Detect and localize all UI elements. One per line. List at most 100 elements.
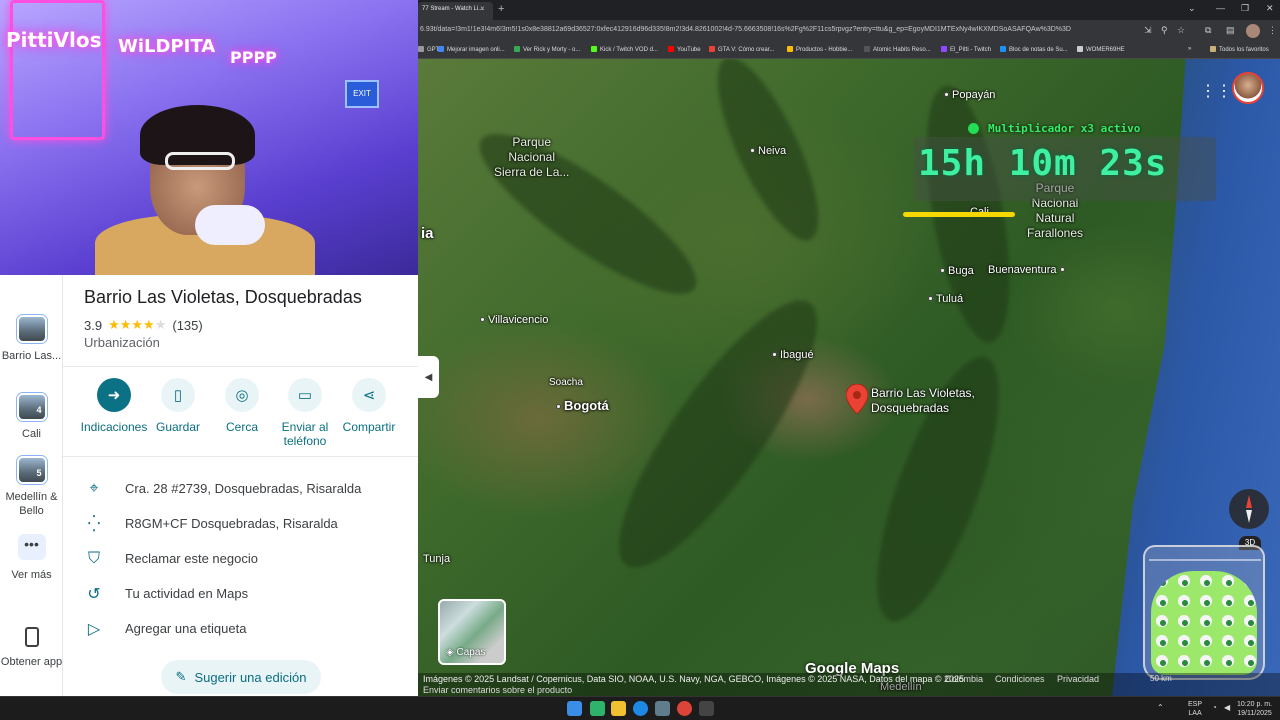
edge-browser-icon[interactable] (633, 701, 648, 716)
park-label[interactable]: Parque Nacional Sierra de La... (494, 135, 569, 180)
bookmark-item[interactable]: Mejorar imagen onli... (438, 46, 505, 53)
extensions-icon[interactable]: ⧉ (1205, 25, 1211, 36)
close-tab-icon[interactable]: × (480, 4, 485, 13)
bookmark-favicon-icon (1000, 46, 1006, 52)
maps-activity-row[interactable]: ↺ Tu actividad en Maps (63, 576, 419, 611)
chevron-left-icon: ◀ (424, 371, 433, 383)
jar-lid (1149, 547, 1261, 561)
bookmark-item[interactable]: El_Pitti - Twitch (941, 46, 991, 53)
suggest-edit-label: Sugerir una edición (194, 669, 307, 685)
rating-row[interactable]: 3.9 ★★★★★ (135) (84, 317, 203, 333)
divider (63, 366, 419, 367)
claim-business-row[interactable]: ⛉ Reclamar este negocio (63, 541, 419, 576)
satellite-map[interactable]: Popayán Neiva Buga Buenaventura Tuluá Vi… (418, 59, 1280, 696)
close-window-icon[interactable]: ✕ (1266, 3, 1274, 14)
store-icon[interactable] (655, 701, 670, 716)
windows-start-icon[interactable] (567, 701, 582, 716)
terms-link[interactable]: Condiciones (995, 674, 1045, 684)
bookmark-item[interactable]: Kick / Twitch VOD d... (591, 46, 658, 53)
bookmark-favicon-icon (668, 46, 674, 52)
address-bar[interactable]: 6.93t/data=!3m1!1e3!4m6!3m5!1s0x8e38812a… (418, 20, 1280, 42)
bookmark-item[interactable]: YouTube (668, 46, 701, 53)
map-city-label[interactable]: Villavicencio (480, 314, 548, 326)
bookmark-item[interactable]: Atomic Habits Reso... (864, 46, 931, 53)
pin-label[interactable]: Barrio Las Violetas, Dosquebradas (871, 386, 975, 416)
country-link[interactable]: Colombia (945, 674, 983, 684)
terminal-icon[interactable] (699, 701, 714, 716)
clock[interactable]: 10:20 p. m. 19/11/2025 (1237, 700, 1272, 718)
rail-item-cali[interactable]: 4 Cali (0, 393, 63, 441)
map-city-label[interactable]: Popayán (944, 89, 995, 101)
bookmark-item[interactable]: Productos - Hobbie... (787, 46, 852, 53)
tab-search-icon[interactable]: ⌄ (1188, 3, 1196, 14)
bookmark-item[interactable]: Ver Rick y Morty - o... (514, 46, 580, 53)
map-city-label[interactable]: Neiva (750, 145, 786, 157)
rail-item-label: Cali (22, 428, 41, 440)
zoom-icon[interactable]: ⚲ (1161, 25, 1168, 36)
pencil-icon: ✎ (175, 669, 187, 684)
rail-item-barrio[interactable]: Barrio Las... (0, 315, 63, 363)
rail-item-medellin[interactable]: 5 Medellín & Bello (0, 456, 63, 518)
bookmark-item[interactable]: GTA V: Cómo crear... (709, 46, 774, 53)
tray-overflow-icon[interactable]: ⌃ (1157, 703, 1164, 712)
rail-item-label: Obtener app (0, 656, 63, 668)
map-city-label[interactable]: Soacha (549, 377, 583, 388)
feedback-link[interactable]: Enviar comentarios sobre el producto (423, 685, 572, 695)
volume-icon[interactable]: ◀ (1224, 703, 1230, 712)
browser-menu-icon[interactable]: ⋮ (1268, 25, 1277, 36)
map-city-label[interactable]: Ibagué (772, 349, 814, 361)
all-bookmarks[interactable]: Todos los favoritos (1210, 46, 1269, 53)
chrome-browser-icon[interactable] (677, 701, 692, 716)
browser-profile-avatar[interactable] (1246, 24, 1260, 38)
bookmark-item[interactable]: WOMER69HE (1077, 46, 1125, 53)
compass-button[interactable] (1229, 489, 1269, 529)
map-city-label[interactable]: Buga (940, 265, 974, 277)
share-button[interactable]: ⋖ Compartir (334, 378, 404, 434)
app-icon[interactable] (590, 701, 605, 716)
network-icon[interactable]: ◔ (1212, 703, 1217, 712)
bookmark-star-icon[interactable]: ☆ (1177, 25, 1185, 36)
address-row[interactable]: ⌖ Cra. 28 #2739, Dosquebradas, Risaralda (63, 471, 419, 506)
bookmark-favicon-icon (418, 46, 424, 52)
bookmark-favicon-icon (787, 46, 793, 52)
new-tab-icon[interactable]: + (498, 3, 504, 15)
review-count[interactable]: (135) (172, 318, 202, 333)
save-button[interactable]: ▯ Guardar (143, 378, 213, 434)
plus-code-row[interactable]: ⁛ R8GM+CF Dosquebradas, Risaralda (63, 506, 419, 541)
map-pin-icon[interactable] (846, 384, 868, 414)
add-label-row[interactable]: ▷ Agregar una etiqueta (63, 611, 419, 646)
stream-timer: 15h 10m 23s (918, 143, 1168, 184)
bookmark-favicon-icon (709, 46, 715, 52)
side-panel-icon[interactable]: ▤ (1226, 25, 1235, 36)
maximize-icon[interactable]: ❐ (1241, 3, 1249, 14)
rail-item-more[interactable]: ••• Ver más (0, 534, 63, 582)
language-indicator[interactable]: ESP LAA (1188, 700, 1202, 718)
windows-taskbar: ⌃ ESP LAA ◔ ◀ 10:20 p. m. 19/11/2025 (0, 696, 1280, 720)
map-city-label[interactable]: Bogotá (556, 398, 609, 413)
map-scale[interactable]: 50 km (1150, 674, 1172, 683)
suggest-edit-button[interactable]: ✎ Sugerir una edición (161, 660, 321, 694)
url-text[interactable]: 6.93t/data=!3m1!1e3!4m6!3m5!1s0x8e38812a… (420, 26, 1071, 33)
layers-button[interactable]: ◈ Capas (438, 599, 506, 665)
collapse-panel-button[interactable]: ◀ (418, 356, 439, 398)
directions-button[interactable]: ➜ Indicaciones (79, 378, 149, 434)
privacy-link[interactable]: Privacidad (1057, 674, 1099, 684)
place-category[interactable]: Urbanización (84, 335, 160, 350)
more-bookmarks-icon[interactable]: » (1188, 46, 1191, 52)
map-city-label[interactable]: Buenaventura (988, 264, 1068, 276)
minimize-icon[interactable]: — (1216, 3, 1225, 13)
streamer-glasses (165, 152, 235, 170)
map-city-label[interactable]: Tuluá (928, 293, 963, 305)
send-to-phone-icon: ▭ (288, 378, 322, 412)
rail-item-get-app[interactable]: Obtener app (0, 627, 63, 669)
nearby-button[interactable]: ◎ Cerca (207, 378, 277, 434)
bookmark-item[interactable]: GPT (418, 46, 439, 53)
send-to-phone-button[interactable]: ▭ Enviar al teléfono (270, 378, 340, 448)
google-account-avatar[interactable] (1232, 72, 1264, 104)
bookmark-item[interactable]: Bloc de notas de Su... (1000, 46, 1068, 53)
map-region-label: ia (421, 225, 434, 242)
map-city-label[interactable]: Tunja (423, 553, 450, 565)
microphone (195, 205, 265, 245)
install-icon[interactable]: ⇲ (1144, 25, 1152, 36)
file-explorer-icon[interactable] (611, 701, 626, 716)
